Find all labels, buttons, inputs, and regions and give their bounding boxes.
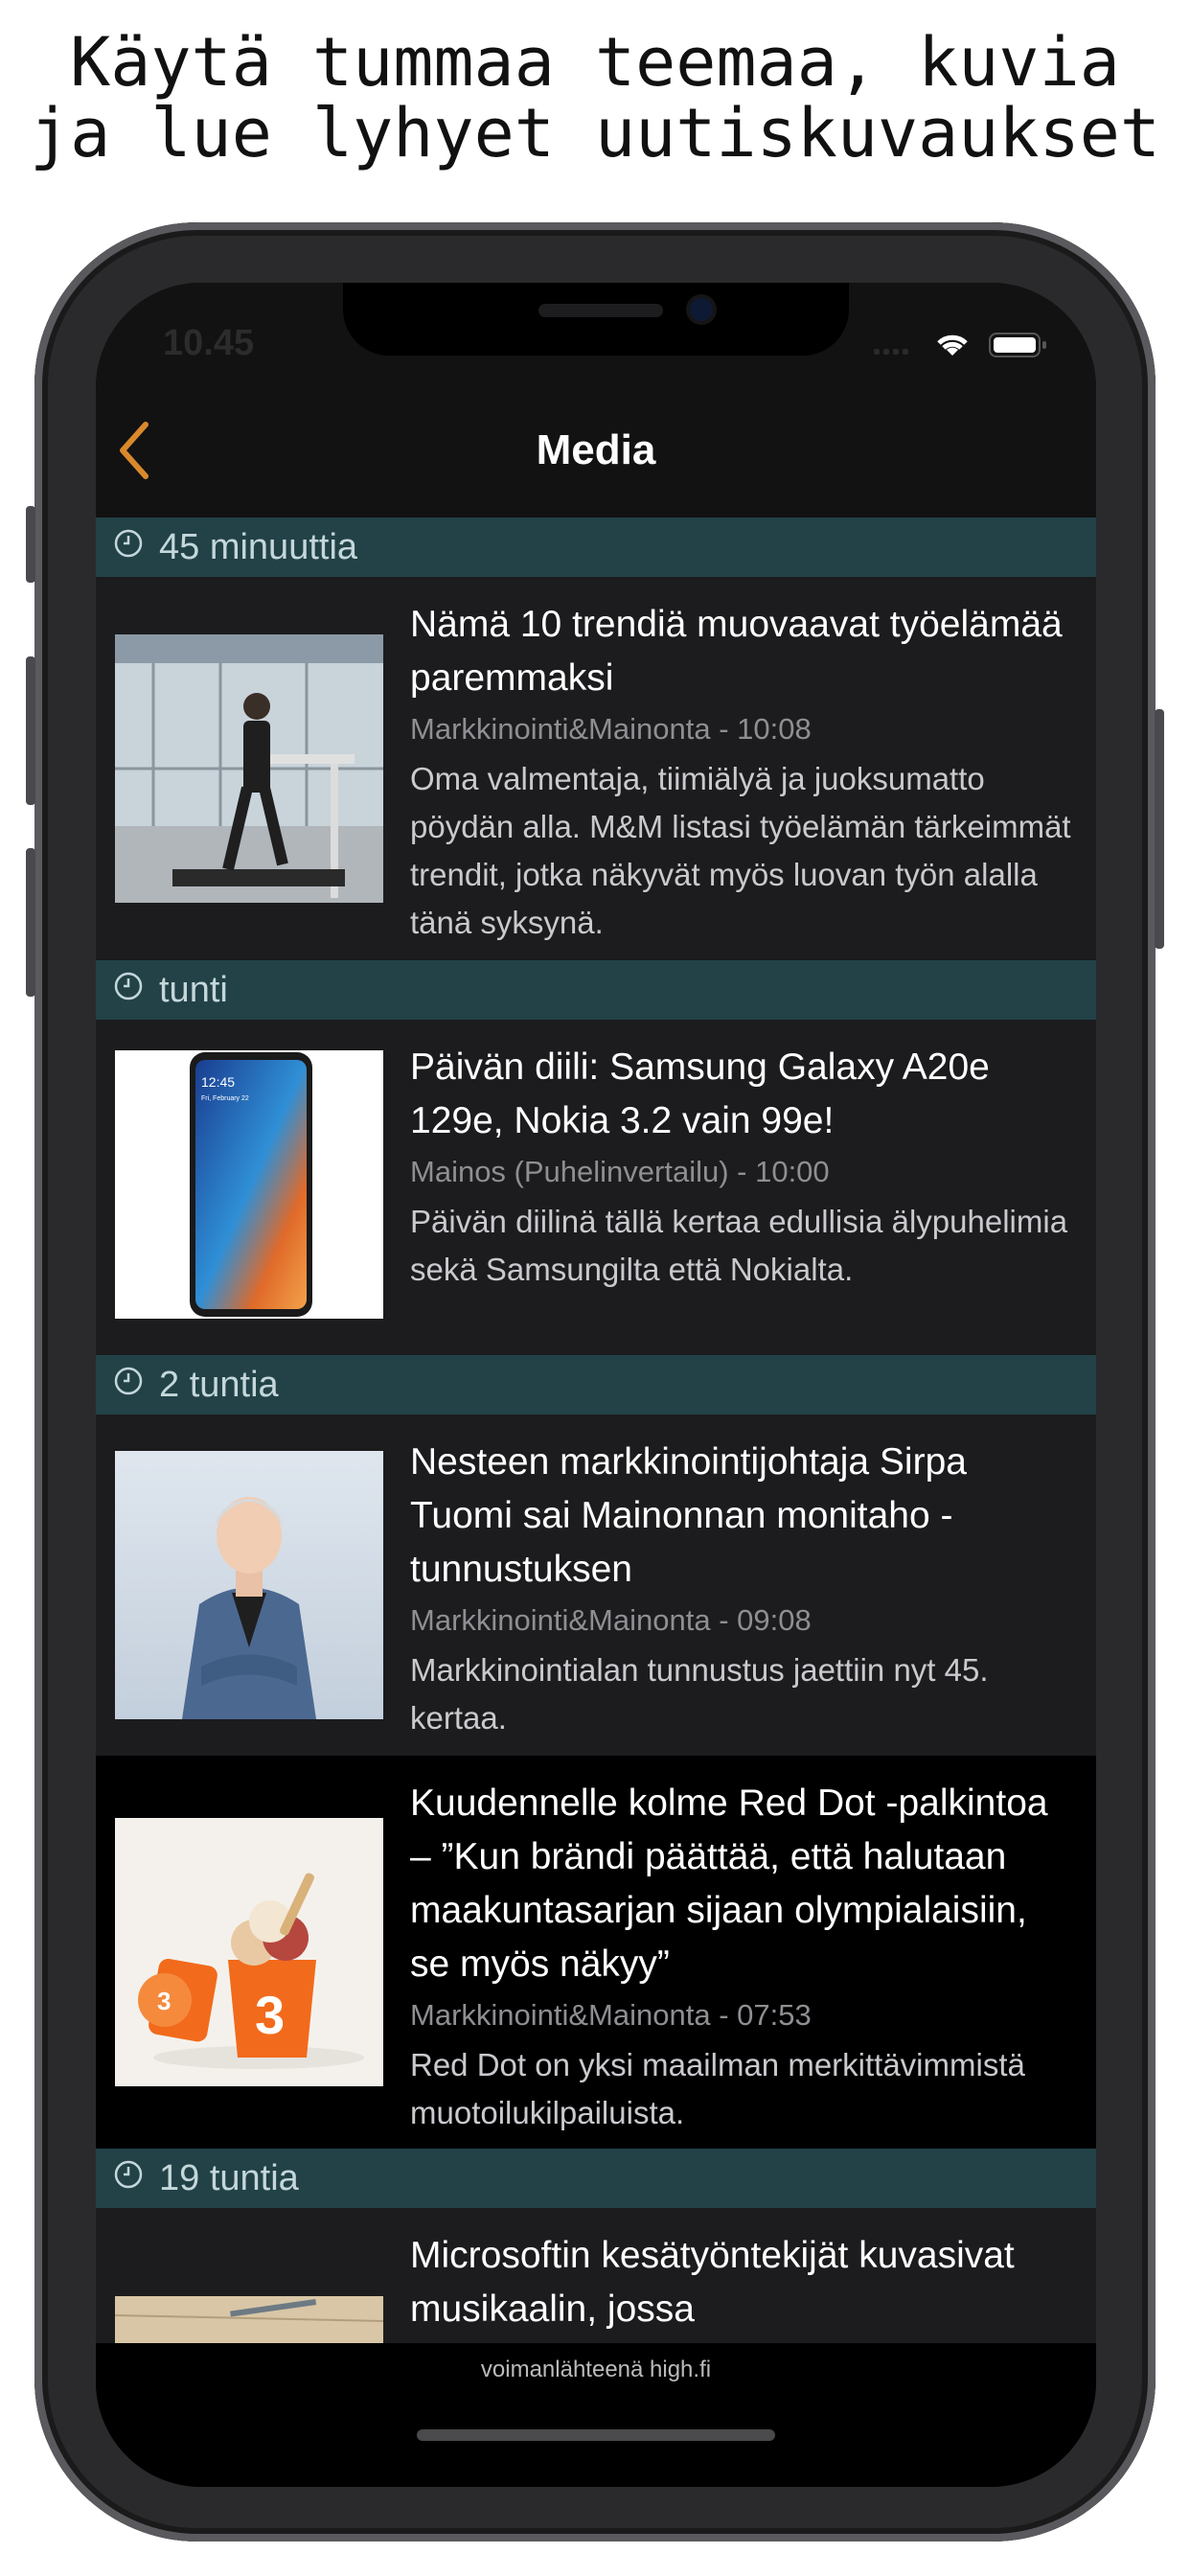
news-feed[interactable]: 45 minuuttia Nämä 10 trendiä muovaavat t…	[96, 518, 1096, 2343]
article-thumbnail: 12:45 Fri, February 22	[115, 1050, 383, 1319]
thumbnail-cup-number: 3	[255, 1985, 285, 2045]
volume-down-button	[26, 848, 35, 997]
status-icons	[874, 331, 1048, 363]
power-button	[1155, 709, 1164, 949]
article-text: Päivän diili: Samsung Galaxy A20e 129e, …	[410, 1041, 1075, 1294]
clock-icon	[113, 2158, 144, 2199]
article-title: Microsoftin kesätyöntekijät kuvasivat mu…	[410, 2235, 1015, 2330]
article-title: Nesteen markkinointijohtaja Sirpa Tuomi …	[410, 1441, 967, 1590]
article-text: Nämä 10 trendiä muovaavat työelämää pare…	[410, 598, 1075, 947]
app-footer: voimanlähteenä high.fi	[96, 2343, 1096, 2487]
article-thumbnail: 3 3	[115, 1818, 383, 2086]
thumbnail-phone-time: 12:45	[201, 1074, 235, 1090]
article-item[interactable]: 12:45 Fri, February 22 Päivän diili: Sam…	[96, 1020, 1096, 1355]
section-label: 45 minuuttia	[159, 526, 358, 567]
phone-screen: 10.45 Media 45 minuuttia Nämä 10 trendiä…	[96, 283, 1096, 2487]
navigation-bar: Media	[96, 388, 1096, 518]
page-title: Media	[536, 426, 656, 473]
front-camera	[690, 298, 713, 321]
article-description: Red Dot on yksi maailman merkittävimmist…	[410, 2047, 1025, 2130]
thumbnail-cup-number-small: 3	[157, 1987, 171, 2015]
time-section-header: tunti	[96, 960, 1096, 1020]
time-section-header: 19 tuntia	[96, 2149, 1096, 2208]
article-title: Kuudennelle kolme Red Dot -palkintoa – ”…	[410, 1782, 1048, 1985]
section-label: tunti	[159, 969, 228, 1010]
article-description: Päivän diilinä tällä kertaa edullisia äl…	[410, 1204, 1068, 1287]
promo-headline: Käytä tummaa teemaa, kuvia ja lue lyhyet…	[0, 27, 1190, 169]
time-section-header: 45 minuuttia	[96, 518, 1096, 577]
volume-up-button	[26, 656, 35, 805]
article-text: Nesteen markkinointijohtaja Sirpa Tuomi …	[410, 1436, 1075, 1742]
article-meta: Mainos (Puhelinvertailu) - 10:00	[410, 1155, 830, 1188]
article-item[interactable]: Microsoftin kesätyöntekijät kuvasivat mu…	[96, 2208, 1096, 2343]
article-item[interactable]: 3 3 Kuudennelle kolme Red Dot -palkintoa…	[96, 1756, 1096, 2149]
article-item[interactable]: Nesteen markkinointijohtaja Sirpa Tuomi …	[96, 1414, 1096, 1756]
section-label: 19 tuntia	[159, 2157, 299, 2198]
notch	[343, 283, 849, 356]
home-indicator[interactable]	[417, 2429, 775, 2441]
article-title: Nämä 10 trendiä muovaavat työelämää pare…	[410, 604, 1063, 699]
article-description: Markkinointialan tunnustus jaettiin nyt …	[410, 1652, 989, 1736]
clock-icon	[113, 970, 144, 1011]
wifi-icon	[933, 331, 972, 363]
battery-icon	[989, 331, 1048, 363]
article-title: Päivän diili: Samsung Galaxy A20e 129e, …	[410, 1046, 990, 1141]
article-meta: Markkinointi&Mainonta - 09:08	[410, 1603, 812, 1637]
thumbnail-phone-date: Fri, February 22	[201, 1095, 249, 1102]
article-text: Kuudennelle kolme Red Dot -palkintoa – ”…	[410, 1777, 1075, 2137]
speaker-grille	[538, 304, 663, 317]
status-time: 10.45	[163, 323, 255, 363]
article-meta: Markkinointi&Mainonta - 10:08	[410, 712, 812, 746]
status-bar: 10.45	[96, 283, 1096, 388]
time-section-header: 2 tuntia	[96, 1355, 1096, 1414]
headline-line-1: Käytä tummaa teemaa, kuvia	[70, 23, 1120, 102]
article-text: Microsoftin kesätyöntekijät kuvasivat mu…	[410, 2229, 1075, 2336]
article-thumbnail	[115, 1451, 383, 1719]
article-thumbnail	[115, 634, 383, 903]
clock-icon	[113, 1365, 144, 1406]
signal-icon	[874, 335, 916, 358]
headline-line-2: ja lue lyhyet uutiskuvaukset	[29, 94, 1161, 172]
section-label: 2 tuntia	[159, 1364, 279, 1405]
clock-icon	[113, 527, 144, 568]
article-thumbnail	[115, 2296, 383, 2343]
footer-credit[interactable]: voimanlähteenä high.fi	[96, 2357, 1096, 2383]
mute-switch	[26, 506, 35, 583]
article-description: Oma valmentaja, tiimiälyä ja juoksumatto…	[410, 761, 1071, 940]
article-item[interactable]: Nämä 10 trendiä muovaavat työelämää pare…	[96, 577, 1096, 960]
article-meta: Markkinointi&Mainonta - 07:53	[410, 1998, 812, 2032]
